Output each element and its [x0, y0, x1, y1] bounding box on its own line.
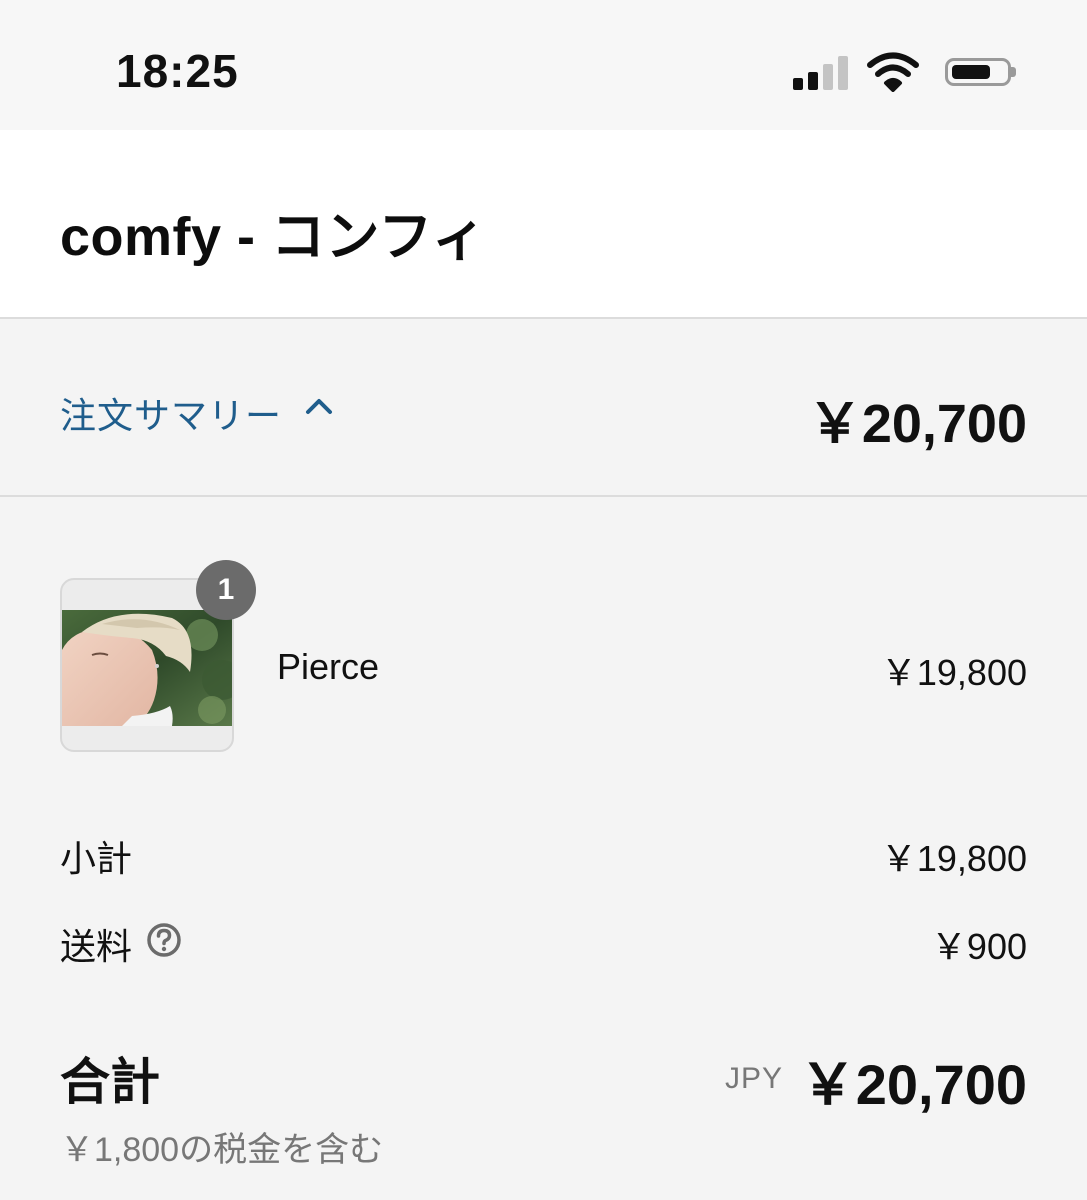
line-item: 1 Pierce ￥19,800	[0, 560, 1087, 760]
status-icons	[787, 52, 1017, 92]
product-price: ￥19,800	[880, 652, 1027, 693]
order-summary-total: ￥20,700	[807, 394, 1027, 454]
shipping-value: ￥900	[930, 926, 1027, 967]
battery-fill	[952, 65, 990, 79]
order-summary-label[interactable]: 注文サマリー	[60, 387, 282, 439]
signal-icon	[793, 56, 849, 90]
total-currency: JPY	[724, 1062, 783, 1095]
chevron-up-icon[interactable]	[304, 395, 334, 417]
subtotal-label: 小計	[60, 838, 133, 879]
quantity-badge: 1	[196, 560, 256, 620]
status-time: 18:25	[116, 45, 239, 97]
question-circle-icon[interactable]	[146, 922, 182, 958]
order-summary-toggle[interactable]: 注文サマリー ￥20,700	[0, 319, 1087, 497]
tax-note: ￥1,800の税金を含む	[60, 1131, 384, 1169]
total-value: ￥20,700	[799, 1053, 1027, 1116]
subtotal-row: 小計 ￥19,800	[0, 830, 1087, 880]
shipping-row: 送料 ￥900	[0, 918, 1087, 968]
shipping-label: 送料	[60, 926, 133, 967]
product-photo	[62, 610, 232, 726]
subtotal-value: ￥19,800	[880, 838, 1027, 879]
total-row: 合計 JPY ￥20,700	[0, 1040, 1087, 1116]
status-bar: 18:25	[0, 0, 1087, 130]
total-label: 合計	[60, 1054, 160, 1110]
store-header: comfy - コンフィ	[0, 130, 1087, 319]
battery-icon	[945, 58, 1016, 86]
wifi-icon	[867, 52, 919, 92]
product-name: Pierce	[277, 646, 380, 687]
store-name[interactable]: comfy - コンフィ	[60, 192, 486, 271]
